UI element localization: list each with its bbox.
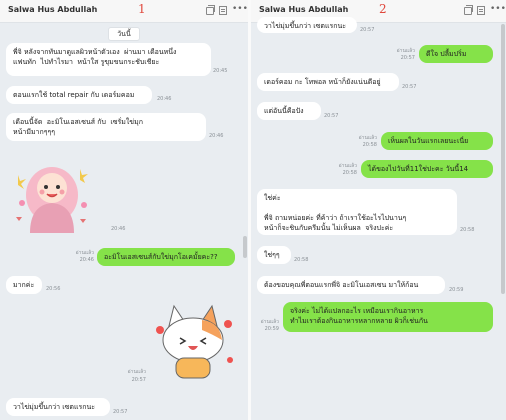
message-time: 20:57 (324, 113, 339, 119)
more-icon[interactable]: ••• (232, 5, 248, 15)
note-icon[interactable] (477, 6, 485, 15)
message-time: 20:46 (79, 257, 94, 263)
message-bubble[interactable]: เดอร์คอม กะ โทพอล หน้าก็ยังแน่นดีอยู่ (257, 73, 399, 91)
scrollbar[interactable] (243, 236, 247, 258)
contact-name[interactable]: Salwa Hus Abdullah (8, 5, 97, 14)
message-time: 20:57 (113, 409, 128, 415)
message-time: 20:58 (342, 170, 357, 176)
message-time: 20:59 (264, 326, 279, 332)
date-chip: วันนี้ (108, 27, 140, 41)
message-time: 20:58 (460, 227, 475, 233)
pane-number: 1 (138, 2, 146, 16)
message-time: 20:57 (402, 84, 417, 90)
message-time: 20:46 (157, 96, 172, 102)
pane-number: 2 (379, 2, 387, 16)
message-bubble[interactable]: ได้ของไปวันที่11ใช่ปะคะ วันนี้14 (361, 160, 493, 178)
read-receipt: อ่านแล้ว (338, 163, 357, 169)
chat-header: Salwa Hus Abdullah 1 ••• (0, 0, 248, 23)
screenshot: Salwa Hus Abdullah 1 ••• วันนี้ พี่จิ หล… (0, 0, 506, 420)
read-receipt: อ่านแล้ว (260, 319, 279, 325)
girl-sticker[interactable] (10, 155, 94, 235)
message-bubble[interactable]: เดือนนี้จัด อะมิโนเอสเซนส์ กับ เซรั่มใข่… (6, 113, 206, 141)
read-receipt: อ่านแล้ว (75, 250, 94, 256)
message-bubble[interactable]: เห็นผลในวันแรกเลยนะเนี่ย (381, 132, 493, 150)
chat-pane-2[interactable]: Salwa Hus Abdullah 2 ••• วาไข่มุ่มขึ้นกว… (251, 0, 506, 420)
more-icon[interactable]: ••• (490, 5, 506, 15)
message-bubble[interactable]: วาไข่มุ่มขึ้นกว่า เซตแรกนะ (257, 17, 357, 33)
message-time: 20:58 (362, 142, 377, 148)
message-time: 20:46 (209, 133, 224, 139)
cat-sticker[interactable] (150, 300, 236, 382)
note-icon[interactable] (219, 6, 227, 15)
message-time: 20:58 (294, 257, 309, 263)
contact-name[interactable]: Salwa Hus Abdullah (259, 5, 348, 14)
message-bubble[interactable]: อะมิโนเอสเซนส์กับใข่มุกโอเคมั้ยคะ?? (97, 248, 235, 266)
message-bubble[interactable]: มากค่ะ (6, 276, 42, 294)
message-bubble[interactable]: พี่จิ หลังจากทันมาดูแลผิวหน้าตัวเอง ผ่าน… (6, 43, 211, 76)
message-bubble[interactable]: แต่อันนี้คือปัง (257, 102, 321, 120)
read-receipt: อ่านแล้ว (396, 48, 415, 54)
read-receipt: อ่านแล้ว (127, 369, 146, 375)
header-icons: ••• (464, 5, 506, 15)
message-time: 20:56 (46, 286, 61, 292)
message-bubble[interactable]: ใช่ๆๆ (257, 246, 291, 264)
message-bubble[interactable]: วาไข่มุ่มขึ้นกว่า เซตแรกนะ (6, 398, 110, 416)
message-time: 20:57 (131, 377, 146, 383)
header-icons: ••• (206, 5, 248, 15)
message-time: 20:45 (213, 68, 228, 74)
message-bubble[interactable]: ใช่ค่ะ พี่จิ ถามหน่อยค่ะ ที่ค้าว่า ถ้าเร… (257, 189, 457, 235)
message-bubble[interactable]: ดีใจ ปลื้มปริ่ม (419, 45, 493, 63)
message-time: 20:46 (111, 226, 126, 232)
message-bubble[interactable]: ต้องขอบคุณพี่ตอนแรกพี่จิ อะมิโนเอสเซน มา… (257, 276, 445, 294)
message-time: 20:57 (400, 55, 415, 61)
copy-icon[interactable] (464, 5, 473, 15)
message-time: 20:57 (360, 27, 375, 33)
copy-icon[interactable] (206, 5, 215, 15)
message-bubble[interactable]: ตอนแรกใช้ total repair กับ เดอร์มคอม (6, 86, 152, 104)
read-receipt: อ่านแล้ว (358, 135, 377, 141)
message-bubble[interactable]: จริงค่ะ ไม่ได้แปลกอะไร เหมือนเรากินอาหาร… (283, 302, 493, 332)
message-time: 20:59 (449, 287, 464, 293)
scrollbar[interactable] (501, 24, 505, 294)
chat-pane-1[interactable]: Salwa Hus Abdullah 1 ••• วันนี้ พี่จิ หล… (0, 0, 248, 420)
